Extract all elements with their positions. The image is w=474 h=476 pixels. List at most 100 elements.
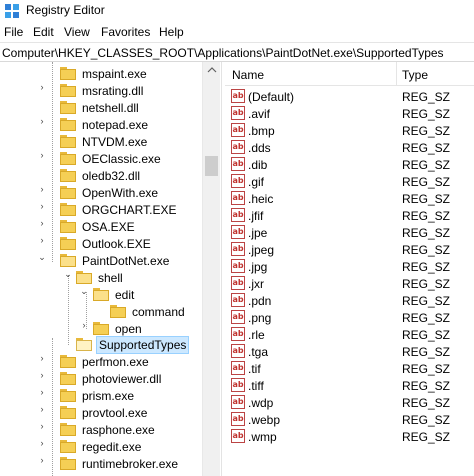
chevron-down-icon[interactable]: ⌄ — [79, 286, 89, 296]
address-path[interactable]: Computer\HKEY_CLASSES_ROOT\Applications\… — [2, 46, 444, 60]
value-row[interactable]: ab .tga REG_SZ — [225, 343, 474, 360]
tree-item[interactable]: NTVDM.exe — [60, 133, 149, 150]
tree-item-open[interactable]: open — [93, 320, 144, 337]
tree-item[interactable]: rasphone.exe — [60, 421, 157, 438]
tree-item[interactable]: OpenWith.exe — [60, 184, 160, 201]
value-type: REG_SZ — [402, 430, 451, 444]
tree-item-label: shell — [98, 270, 123, 285]
tree-item[interactable]: Outlook.EXE — [60, 235, 153, 252]
value-row[interactable]: ab .jxr REG_SZ — [225, 275, 474, 292]
value-name: .jpe — [248, 226, 268, 240]
value-row[interactable]: ab .bmp REG_SZ — [225, 122, 474, 139]
column-divider[interactable] — [396, 62, 397, 86]
chevron-right-icon[interactable]: › — [37, 235, 47, 245]
column-header-type[interactable]: Type — [402, 68, 428, 82]
chevron-down-icon[interactable]: ⌄ — [37, 252, 47, 262]
registry-icon — [5, 4, 19, 18]
value-row[interactable]: ab .jpe REG_SZ — [225, 224, 474, 241]
scroll-thumb[interactable] — [205, 156, 218, 176]
value-row[interactable]: ab .tif REG_SZ — [225, 360, 474, 377]
tree-item-label: OEClassic.exe — [82, 151, 161, 166]
tree-item[interactable]: perfmon.exe — [60, 353, 151, 370]
column-header-name[interactable]: Name — [232, 68, 264, 82]
tree-item[interactable]: ORGCHART.EXE — [60, 201, 178, 218]
tree-item-shell[interactable]: shell — [76, 269, 125, 286]
tree-item-label: oledb32.dll — [82, 168, 141, 183]
chevron-right-icon[interactable]: › — [37, 82, 47, 92]
tree-item[interactable]: oledb32.dll — [60, 167, 142, 184]
value-row[interactable]: ab (Default) REG_SZ — [225, 88, 474, 105]
menu-edit[interactable]: Edit — [33, 25, 54, 39]
chevron-right-icon[interactable]: › — [37, 438, 47, 448]
menu-help[interactable]: Help — [159, 25, 184, 39]
chevron-right-icon[interactable]: › — [37, 421, 47, 431]
tree-item[interactable]: msrating.dll — [60, 82, 145, 99]
tree-item[interactable]: netshell.dll — [60, 99, 141, 116]
tree-item-command[interactable]: command — [110, 303, 187, 320]
value-row[interactable]: ab .pdn REG_SZ — [225, 292, 474, 309]
value-row[interactable]: ab .dds REG_SZ — [225, 139, 474, 156]
window-title: Registry Editor — [26, 3, 105, 17]
scroll-up-icon[interactable] — [203, 62, 221, 79]
value-type: REG_SZ — [402, 124, 451, 138]
menu-favorites[interactable]: Favorites — [101, 25, 150, 39]
value-type: REG_SZ — [402, 260, 451, 274]
value-name: .tif — [248, 362, 261, 376]
tree-item[interactable]: mspaint.exe — [60, 65, 149, 82]
string-value-icon: ab — [231, 310, 245, 324]
value-row[interactable]: ab .wdp REG_SZ — [225, 394, 474, 411]
value-row[interactable]: ab .jpeg REG_SZ — [225, 241, 474, 258]
value-row[interactable]: ab .wmp REG_SZ — [225, 428, 474, 445]
value-row[interactable]: ab .png REG_SZ — [225, 309, 474, 326]
value-row[interactable]: ab .webp REG_SZ — [225, 411, 474, 428]
chevron-right-icon[interactable]: › — [37, 201, 47, 211]
value-row[interactable]: ab .rle REG_SZ — [225, 326, 474, 343]
tree-item[interactable]: regedit.exe — [60, 438, 143, 455]
tree-item[interactable]: OSA.EXE — [60, 218, 137, 235]
value-name: (Default) — [248, 90, 295, 104]
string-value-icon: ab — [231, 140, 245, 154]
chevron-right-icon[interactable]: › — [37, 370, 47, 380]
value-row[interactable]: ab .avif REG_SZ — [225, 105, 474, 122]
tree-line — [52, 338, 53, 476]
string-value-icon: ab — [231, 89, 245, 103]
tree-item-edit[interactable]: edit — [93, 286, 136, 303]
value-row[interactable]: ab .tiff REG_SZ — [225, 377, 474, 394]
tree-scrollbar[interactable] — [202, 62, 220, 476]
tree-item-supportedtypes[interactable]: SupportedTypes — [76, 335, 190, 354]
tree-item[interactable]: runtimebroker.exe — [60, 455, 180, 472]
value-type: REG_SZ — [402, 294, 451, 308]
value-type: REG_SZ — [402, 396, 451, 410]
menu-view[interactable]: View — [64, 25, 90, 39]
string-value-icon: ab — [231, 429, 245, 443]
chevron-down-icon[interactable]: ⌄ — [63, 269, 73, 279]
tree-item[interactable]: photoviewer.dll — [60, 370, 163, 387]
tree-item[interactable]: OEClassic.exe — [60, 150, 163, 167]
value-row[interactable]: ab .heic REG_SZ — [225, 190, 474, 207]
tree-item[interactable]: prism.exe — [60, 387, 136, 404]
chevron-right-icon[interactable]: › — [37, 455, 47, 465]
chevron-right-icon[interactable]: › — [79, 320, 89, 330]
value-row[interactable]: ab .jpg REG_SZ — [225, 258, 474, 275]
tree-item-label: mspaint.exe — [82, 66, 147, 81]
tree-item-paintdotnet[interactable]: PaintDotNet.exe — [60, 252, 171, 269]
chevron-right-icon[interactable]: › — [37, 150, 47, 160]
tree-item[interactable]: notepad.exe — [60, 116, 150, 133]
folder-icon — [60, 67, 76, 80]
chevron-right-icon[interactable]: › — [37, 353, 47, 363]
menu-file[interactable]: File — [4, 25, 23, 39]
tree-item[interactable]: provtool.exe — [60, 404, 149, 421]
tree-line — [68, 275, 69, 345]
value-row[interactable]: ab .jfif REG_SZ — [225, 207, 474, 224]
tree-item-label: provtool.exe — [82, 405, 148, 420]
folder-icon — [60, 355, 76, 368]
chevron-right-icon[interactable]: › — [37, 404, 47, 414]
value-row[interactable]: ab .dib REG_SZ — [225, 156, 474, 173]
value-row[interactable]: ab .gif REG_SZ — [225, 173, 474, 190]
chevron-right-icon[interactable]: › — [37, 116, 47, 126]
chevron-right-icon[interactable]: › — [37, 218, 47, 228]
chevron-right-icon[interactable]: › — [37, 387, 47, 397]
address-bar[interactable]: Computer\HKEY_CLASSES_ROOT\Applications\… — [0, 42, 474, 62]
chevron-right-icon[interactable]: › — [37, 184, 47, 194]
folder-icon — [60, 457, 76, 470]
